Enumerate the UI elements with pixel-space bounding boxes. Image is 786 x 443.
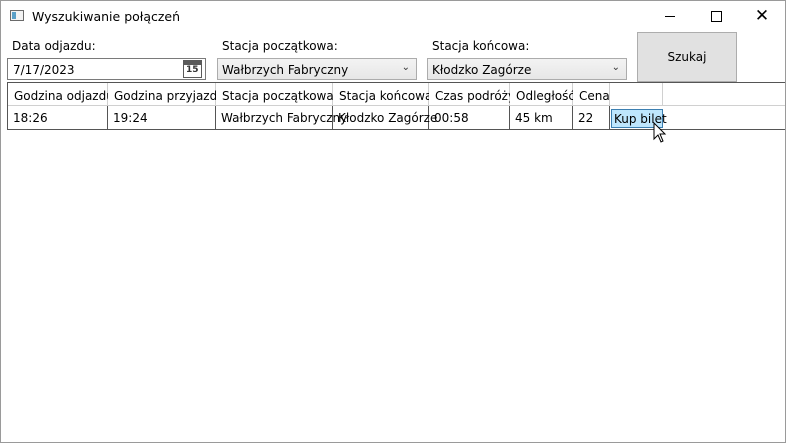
calendar-icon[interactable]: 15 <box>183 60 202 78</box>
end-station-label: Stacja końcowa: <box>432 39 530 53</box>
start-station-select[interactable]: Wałbrzych Fabryczny ⌄ <box>217 58 417 80</box>
column-header-start-station[interactable]: Stacja początkowa <box>216 83 334 106</box>
main-window: Wyszukiwanie połączeń ✕ Data odjazdu: 7/… <box>0 0 786 443</box>
maximize-button[interactable] <box>693 1 739 31</box>
table-cell[interactable]: 18:26 <box>8 106 108 130</box>
end-station-value: Kłodzko Zagórze <box>432 63 532 77</box>
header-filler <box>663 83 785 106</box>
start-station-label: Stacja początkowa: <box>222 39 338 53</box>
date-value: 7/17/2023 <box>13 63 75 77</box>
maximize-icon <box>710 10 722 22</box>
window-title: Wyszukiwanie połączeń <box>32 9 181 24</box>
close-button[interactable]: ✕ <box>739 1 785 31</box>
column-header-departure[interactable]: Godzina odjazdu <box>8 83 114 106</box>
minimize-button[interactable] <box>647 1 693 31</box>
minimize-icon <box>665 15 675 17</box>
date-label: Data odjazdu: <box>12 39 96 53</box>
departure-date-picker[interactable]: 7/17/2023 15 <box>7 58 206 80</box>
title-bar[interactable]: Wyszukiwanie połączeń ✕ <box>1 1 785 31</box>
column-header-arrival[interactable]: Godzina przyjazdu <box>108 83 225 106</box>
column-header-action <box>610 83 663 106</box>
table-cell[interactable]: 19:24 <box>108 106 216 130</box>
results-grid: Godzina odjazdu Godzina przyjazdu Stacja… <box>7 82 785 130</box>
table-cell[interactable]: 22 <box>573 106 610 130</box>
table-cell[interactable]: Wałbrzych Fabryczny <box>216 106 347 130</box>
table-cell[interactable]: 45 km <box>510 106 573 130</box>
app-window-icon <box>10 10 24 21</box>
start-station-value: Wałbrzych Fabryczny <box>222 63 349 77</box>
column-header-distance[interactable]: Odległość <box>510 83 575 106</box>
column-header-price[interactable]: Cena <box>573 83 610 106</box>
table-cell[interactable]: Kłodzko Zagórze <box>333 106 437 130</box>
mouse-cursor-icon <box>653 122 667 143</box>
close-icon: ✕ <box>754 5 770 26</box>
search-button[interactable]: Szukaj <box>637 32 737 82</box>
calendar-day: 15 <box>186 65 199 75</box>
table-cell[interactable]: 00:58 <box>429 106 510 130</box>
column-header-end-station[interactable]: Stacja końcowa <box>333 83 432 106</box>
chevron-down-icon: ⌄ <box>611 62 620 73</box>
chevron-down-icon: ⌄ <box>401 62 410 73</box>
end-station-select[interactable]: Kłodzko Zagórze ⌄ <box>427 58 627 80</box>
column-header-travel-time[interactable]: Czas podróży <box>429 83 515 106</box>
